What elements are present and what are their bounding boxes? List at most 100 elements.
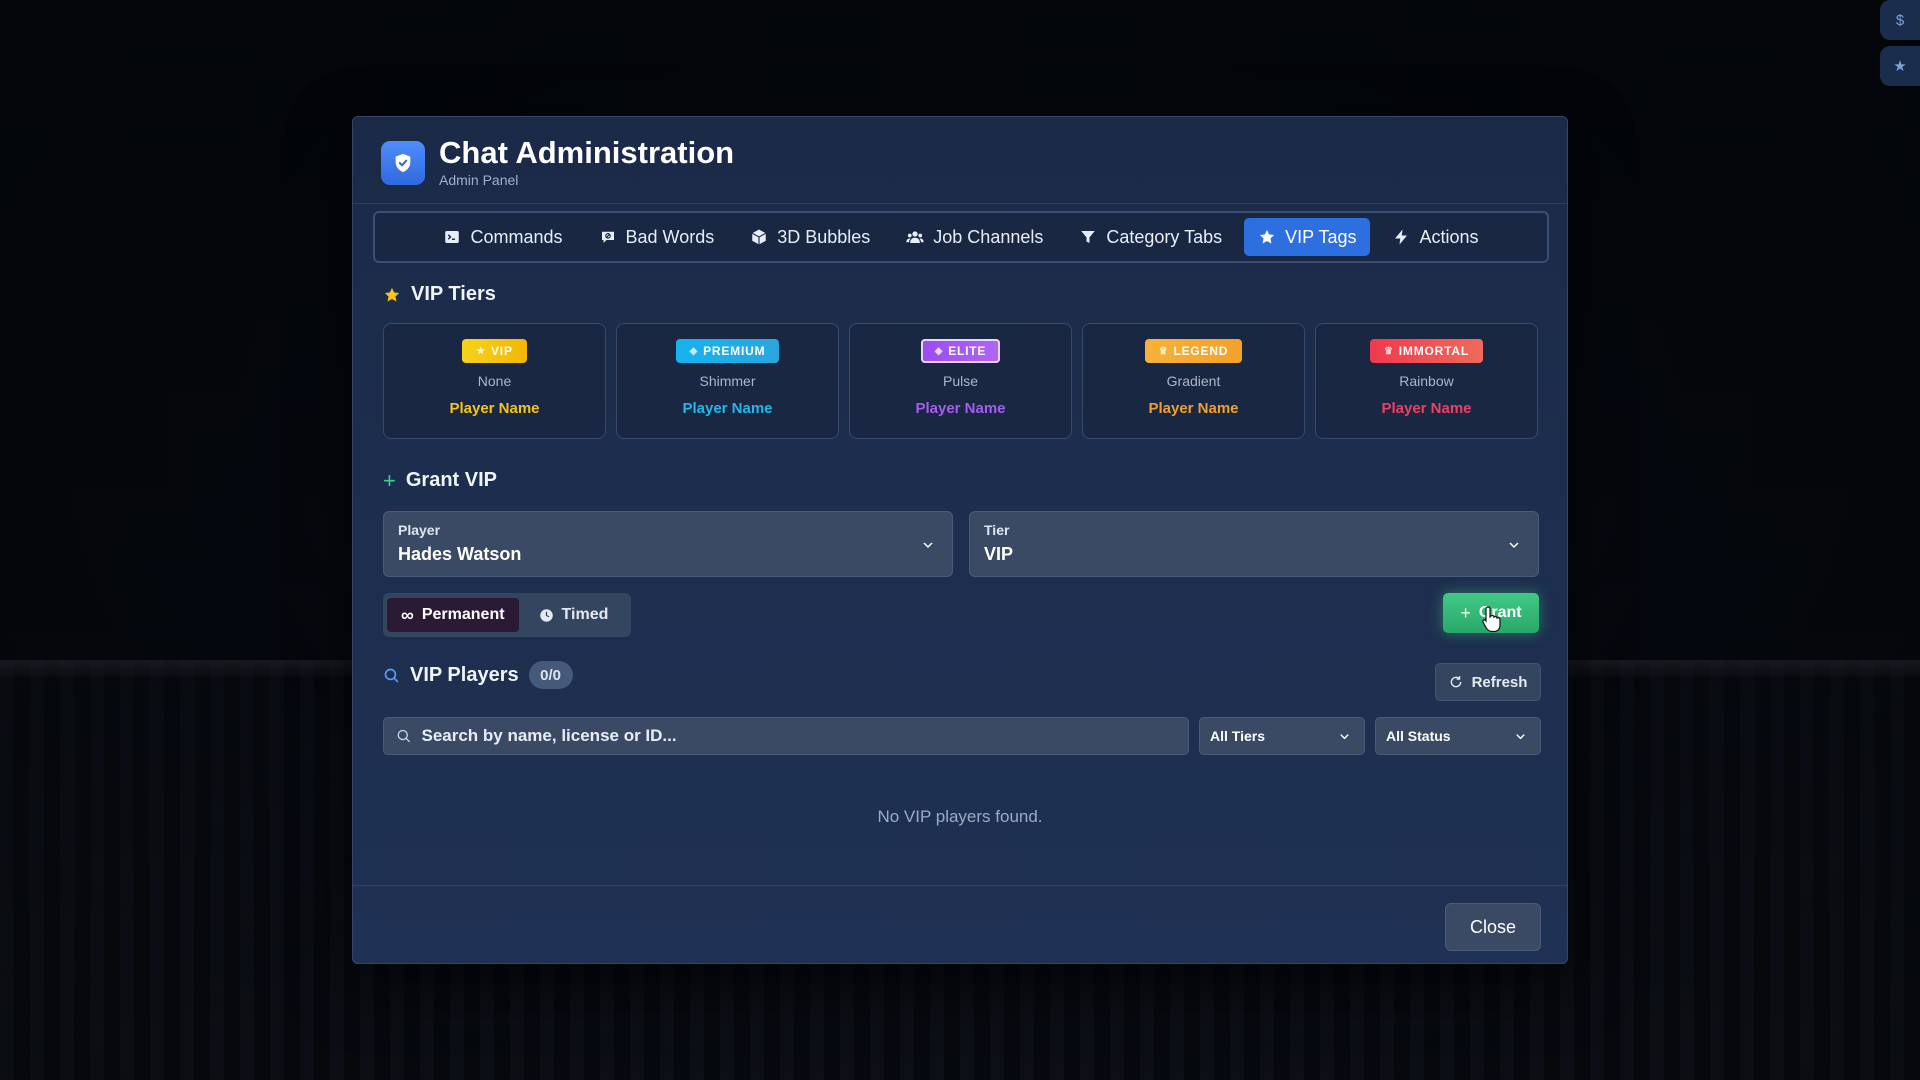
tab-bar: Commands Bad Words 3D Bubbles Job Channe… [373,211,1549,263]
tab-actions[interactable]: Actions [1378,218,1492,256]
tier-effect: Rainbow [1399,373,1454,389]
crown-icon: ♛ [1158,345,1169,357]
search-icon [397,729,411,743]
player-search-box [383,717,1189,755]
star-icon: ★ [476,345,486,357]
close-button[interactable]: Close [1445,903,1541,951]
badge-label: LEGEND [1173,344,1229,358]
star-icon-button[interactable]: ★ [1880,46,1920,86]
tier-card-premium[interactable]: ◆ PREMIUM Shimmer Player Name [616,323,839,439]
tier-effect: Shimmer [699,373,756,389]
plus-icon: + [383,467,396,493]
tier-player-preview: Player Name [682,400,773,417]
mode-label: Timed [561,606,609,623]
chevron-down-icon [1509,542,1519,549]
grant-vip-heading: + Grant VIP [383,469,497,492]
vip-tiers-heading: VIP Tiers [383,283,496,306]
filter-icon [1081,231,1096,243]
tab-label: Category Tabs [1106,226,1223,247]
chevron-down-icon [1340,733,1349,739]
badge-label: ELITE [948,344,987,358]
page-subtitle: Admin Panel [439,172,519,188]
mode-label: Permanent [421,606,505,623]
tier-player-preview: Player Name [1148,400,1239,417]
tier-effect: Pulse [942,373,979,389]
vip-players-heading: VIP Players 0/0 [383,661,573,689]
timed-mode-button[interactable]: Timed [525,598,623,632]
badge-label: VIP [491,344,513,358]
duration-mode-toggle: ∞ Permanent Timed [383,593,631,637]
tab-vip-tags[interactable]: VIP Tags [1244,218,1371,256]
tier-select[interactable]: Tier VIP [969,511,1539,577]
refresh-icon [1450,676,1461,688]
tab-commands[interactable]: Commands [429,218,576,256]
badge-label: PREMIUM [703,344,766,358]
empty-state-message: No VIP players found. [877,807,1043,826]
tab-label: Actions [1419,226,1479,247]
field-label: Tier [984,522,1010,538]
tier-badge: ◆ ELITE [920,339,1001,363]
page-title: Chat Administration [439,135,735,170]
tier-card-immortal[interactable]: ♛ IMMORTAL Rainbow Player Name [1315,323,1538,439]
chevron-down-icon [923,542,933,549]
select-value: All Tiers [1210,728,1265,744]
hand-cursor-icon [1482,606,1501,633]
tier-card-vip[interactable]: ★ VIP None Player Name [383,323,606,439]
refresh-label: Refresh [1471,673,1528,691]
money-icon-button[interactable]: $ [1880,0,1920,40]
vip-tier-list: ★ VIP None Player Name ◆ PREMIUM Shimmer… [383,323,1538,439]
refresh-button[interactable]: Refresh [1435,663,1541,701]
tier-filter-select[interactable]: All Tiers [1199,717,1365,755]
tier-badge: ♛ LEGEND [1144,339,1243,363]
tab-category-tabs[interactable]: Category Tabs [1065,218,1236,256]
tier-card-elite[interactable]: ◆ ELITE Pulse Player Name [849,323,1072,439]
tab-job-channels[interactable]: Job Channels [892,218,1057,256]
infinity-icon: ∞ [401,604,414,625]
tab-label: Bad Words [625,226,715,247]
footer-divider [353,885,1567,886]
bolt-icon [1395,229,1408,245]
section-title-text: Grant VIP [405,469,497,491]
star-icon: ★ [1893,58,1907,75]
search-icon [384,668,399,682]
tab-label: 3D Bubbles [777,226,871,247]
star-icon [1259,229,1275,244]
tier-badge: ★ VIP [462,339,527,363]
search-input[interactable] [421,726,1176,746]
diamond-icon: ◆ [689,345,699,357]
tier-player-preview: Player Name [449,400,540,417]
tab-3d-bubbles[interactable]: 3D Bubbles [736,218,884,256]
clock-icon [539,608,553,622]
player-count-badge: 0/0 [528,661,573,689]
users-icon [906,231,924,243]
field-value: Hades Watson [398,544,522,564]
badge-label: IMMORTAL [1398,344,1469,358]
tier-player-preview: Player Name [915,400,1006,417]
money-icon: $ [1895,11,1905,29]
field-value: VIP [984,544,1014,564]
permanent-mode-button[interactable]: ∞ Permanent [387,598,519,632]
shield-icon [381,140,425,185]
message-block-icon [601,231,614,243]
tab-label: Job Channels [933,226,1044,247]
star-icon [384,287,400,301]
tier-badge: ♛ IMMORTAL [1370,339,1483,363]
chat-admin-modal: Chat Administration Admin Panel Commands… [352,116,1568,964]
tab-label: VIP Tags [1285,226,1357,247]
tab-label: Commands [470,226,563,247]
section-title-text: VIP Players [410,663,519,686]
tier-badge: ◆ PREMIUM [675,339,780,363]
tier-player-preview: Player Name [1381,400,1472,417]
section-title-text: VIP Tiers [411,283,496,305]
player-select[interactable]: Player Hades Watson [383,511,953,577]
chevron-down-icon [1516,733,1525,739]
plus-icon: + [1460,602,1471,623]
cube-icon [752,229,767,245]
tab-bad-words[interactable]: Bad Words [585,218,729,256]
modal-header: Chat Administration Admin Panel [381,137,734,188]
crown-icon: ♛ [1384,345,1394,357]
tier-card-legend[interactable]: ♛ LEGEND Gradient Player Name [1082,323,1305,439]
tier-effect: Gradient [1166,373,1221,389]
status-filter-select[interactable]: All Status [1375,717,1541,755]
terminal-icon [445,231,460,243]
